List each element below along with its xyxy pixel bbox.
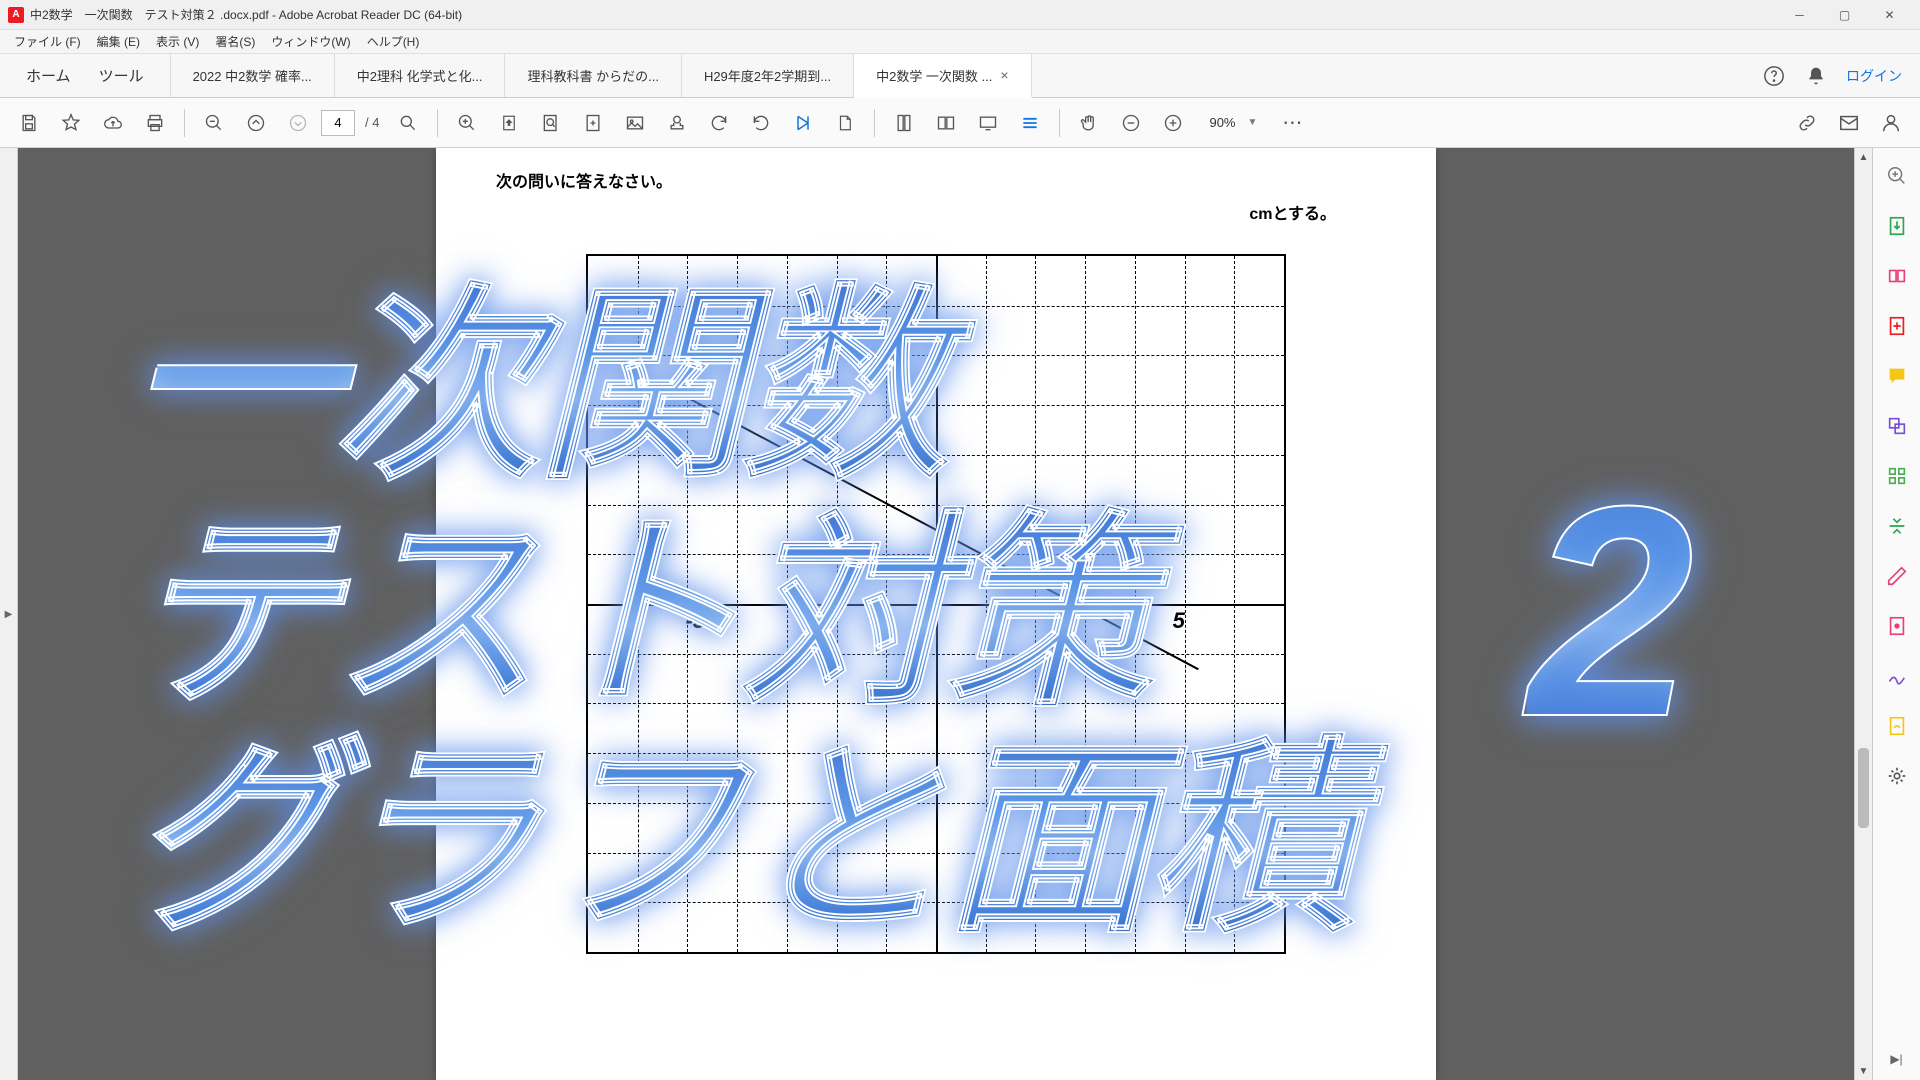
request-sign-icon[interactable] (1883, 712, 1911, 740)
window-title: 中2数学 一次関数 テスト対策２ .docx.pdf - Adobe Acrob… (30, 6, 1777, 23)
content-area: ▶ 次の問いに答えなさい。 cmとする。 O -5 5 (0, 148, 1920, 1080)
page-number-input[interactable] (321, 110, 355, 136)
print-icon[interactable] (136, 104, 174, 142)
doc-tab-1[interactable]: 中2理科 化学式と化... (335, 54, 506, 97)
menu-help[interactable]: ヘルプ(H) (359, 30, 428, 53)
page-up-icon[interactable] (237, 104, 275, 142)
page-total-label: / 4 (359, 115, 385, 130)
tab-label: 中2理科 化学式と化... (357, 66, 483, 85)
organize-icon[interactable] (1883, 462, 1911, 490)
tab-close-icon[interactable]: × (1000, 67, 1008, 83)
login-button[interactable]: ログイン (1846, 66, 1902, 86)
origin-label: O (916, 606, 933, 632)
scroll-thumb[interactable] (1858, 748, 1869, 828)
chevron-down-icon: ▼ (1248, 117, 1258, 128)
window-titlebar: A 中2数学 一次関数 テスト対策２ .docx.pdf - Adobe Acr… (0, 0, 1920, 30)
redact-icon[interactable] (1883, 562, 1911, 590)
save-icon[interactable] (10, 104, 48, 142)
star-icon[interactable] (52, 104, 90, 142)
document-viewport[interactable]: 次の問いに答えなさい。 cmとする。 O -5 5 一次関数 テスト対策 (18, 148, 1854, 1080)
expand-left-panel-icon[interactable]: ▶ (5, 609, 13, 620)
x-pos5-label: 5 (1173, 608, 1185, 634)
select-tool-icon[interactable] (490, 104, 528, 142)
doc-tab-0[interactable]: 2022 中2数学 確率... (171, 54, 335, 97)
hand-tool-icon[interactable] (1070, 104, 1108, 142)
page-blank-icon[interactable] (826, 104, 864, 142)
more-tools-icon[interactable]: ⋯ (1274, 104, 1312, 142)
right-tools-panel: ▶| (1872, 148, 1920, 1080)
vertical-scrollbar[interactable]: ▲ ▼ (1854, 148, 1872, 1080)
edit-pdf-icon[interactable] (1883, 262, 1911, 290)
page-display-icon[interactable] (532, 104, 570, 142)
question-text: 次の問いに答えなさい。 (496, 168, 1376, 192)
menu-edit[interactable]: 編集 (E) (89, 30, 148, 53)
scroll-down-icon[interactable]: ▼ (1855, 1062, 1872, 1080)
stamp-icon[interactable] (658, 104, 696, 142)
close-button[interactable]: ✕ (1867, 0, 1912, 30)
email-icon[interactable] (1830, 104, 1868, 142)
zoom-out-search-icon[interactable] (195, 104, 233, 142)
zoom-out-icon[interactable] (1112, 104, 1150, 142)
zoom-dropdown[interactable]: 90% ▼ (1202, 112, 1264, 133)
tab-label: 理科教科書 からだの... (527, 66, 658, 85)
text-reflow-icon[interactable] (1011, 104, 1049, 142)
menu-window[interactable]: ウィンドウ(W) (263, 30, 358, 53)
share-link-icon[interactable] (1788, 104, 1826, 142)
doc-tab-4[interactable]: 中2数学 一次関数 ... × (854, 54, 1031, 98)
menu-view[interactable]: 表示 (V) (148, 30, 207, 53)
protect-icon[interactable] (1883, 612, 1911, 640)
graph-grid: O -5 5 (586, 254, 1286, 954)
create-pdf-icon[interactable] (1883, 312, 1911, 340)
collapse-right-panel-icon[interactable]: ▶| (1890, 1052, 1902, 1066)
more-tools-panel-icon[interactable] (1883, 762, 1911, 790)
zoom-value: 90% (1209, 115, 1235, 130)
export-pdf-icon[interactable] (1883, 212, 1911, 240)
tab-label: H29年度2年2学期到... (704, 66, 831, 85)
scroll-mode-icon[interactable] (885, 104, 923, 142)
menu-file[interactable]: ファイル (F) (6, 30, 89, 53)
rotate-ccw-icon[interactable] (742, 104, 780, 142)
scroll-up-icon[interactable]: ▲ (1855, 148, 1872, 166)
account-icon[interactable] (1872, 104, 1910, 142)
fit-page-icon[interactable] (574, 104, 612, 142)
overlay-number: 2 (1527, 438, 1694, 784)
doc-tab-2[interactable]: 理科教科書 からだの... (505, 54, 681, 97)
comment-icon[interactable] (1883, 362, 1911, 390)
unit-note: cmとする。 (496, 200, 1376, 224)
tools-tab[interactable]: ツール (85, 55, 158, 96)
home-tab[interactable]: ホーム (12, 55, 85, 96)
page-down-icon[interactable] (279, 104, 317, 142)
tab-label: 2022 中2数学 確率... (193, 66, 312, 85)
menu-sign[interactable]: 署名(S) (207, 30, 263, 53)
zoom-in-icon[interactable] (1154, 104, 1192, 142)
bell-icon[interactable] (1804, 64, 1828, 88)
image-tool-icon[interactable] (616, 104, 654, 142)
magnify-icon[interactable] (1883, 162, 1911, 190)
help-icon[interactable] (1762, 64, 1786, 88)
combine-icon[interactable] (1883, 412, 1911, 440)
fill-sign-icon[interactable] (1883, 662, 1911, 690)
tab-label: 中2数学 一次関数 ... (876, 66, 992, 85)
find-icon[interactable] (389, 104, 427, 142)
document-page: 次の問いに答えなさい。 cmとする。 O -5 5 (436, 148, 1436, 1080)
app-icon: A (8, 7, 24, 23)
menu-bar: ファイル (F) 編集 (E) 表示 (V) 署名(S) ウィンドウ(W) ヘル… (0, 30, 1920, 54)
zoom-in-tool-icon[interactable] (448, 104, 486, 142)
minimize-button[interactable]: ─ (1777, 0, 1822, 30)
toolbar: / 4 90% ▼ ⋯ (0, 98, 1920, 148)
doc-tab-3[interactable]: H29年度2年2学期到... (682, 54, 854, 97)
compress-icon[interactable] (1883, 512, 1911, 540)
cloud-upload-icon[interactable] (94, 104, 132, 142)
read-mode-icon[interactable] (969, 104, 1007, 142)
rotate-cw-icon[interactable] (700, 104, 738, 142)
left-rail: ▶ (0, 148, 18, 1080)
tab-bar: ホーム ツール 2022 中2数学 確率... 中2理科 化学式と化... 理科… (0, 54, 1920, 98)
ruler-icon[interactable] (784, 104, 822, 142)
maximize-button[interactable]: ▢ (1822, 0, 1867, 30)
two-page-icon[interactable] (927, 104, 965, 142)
